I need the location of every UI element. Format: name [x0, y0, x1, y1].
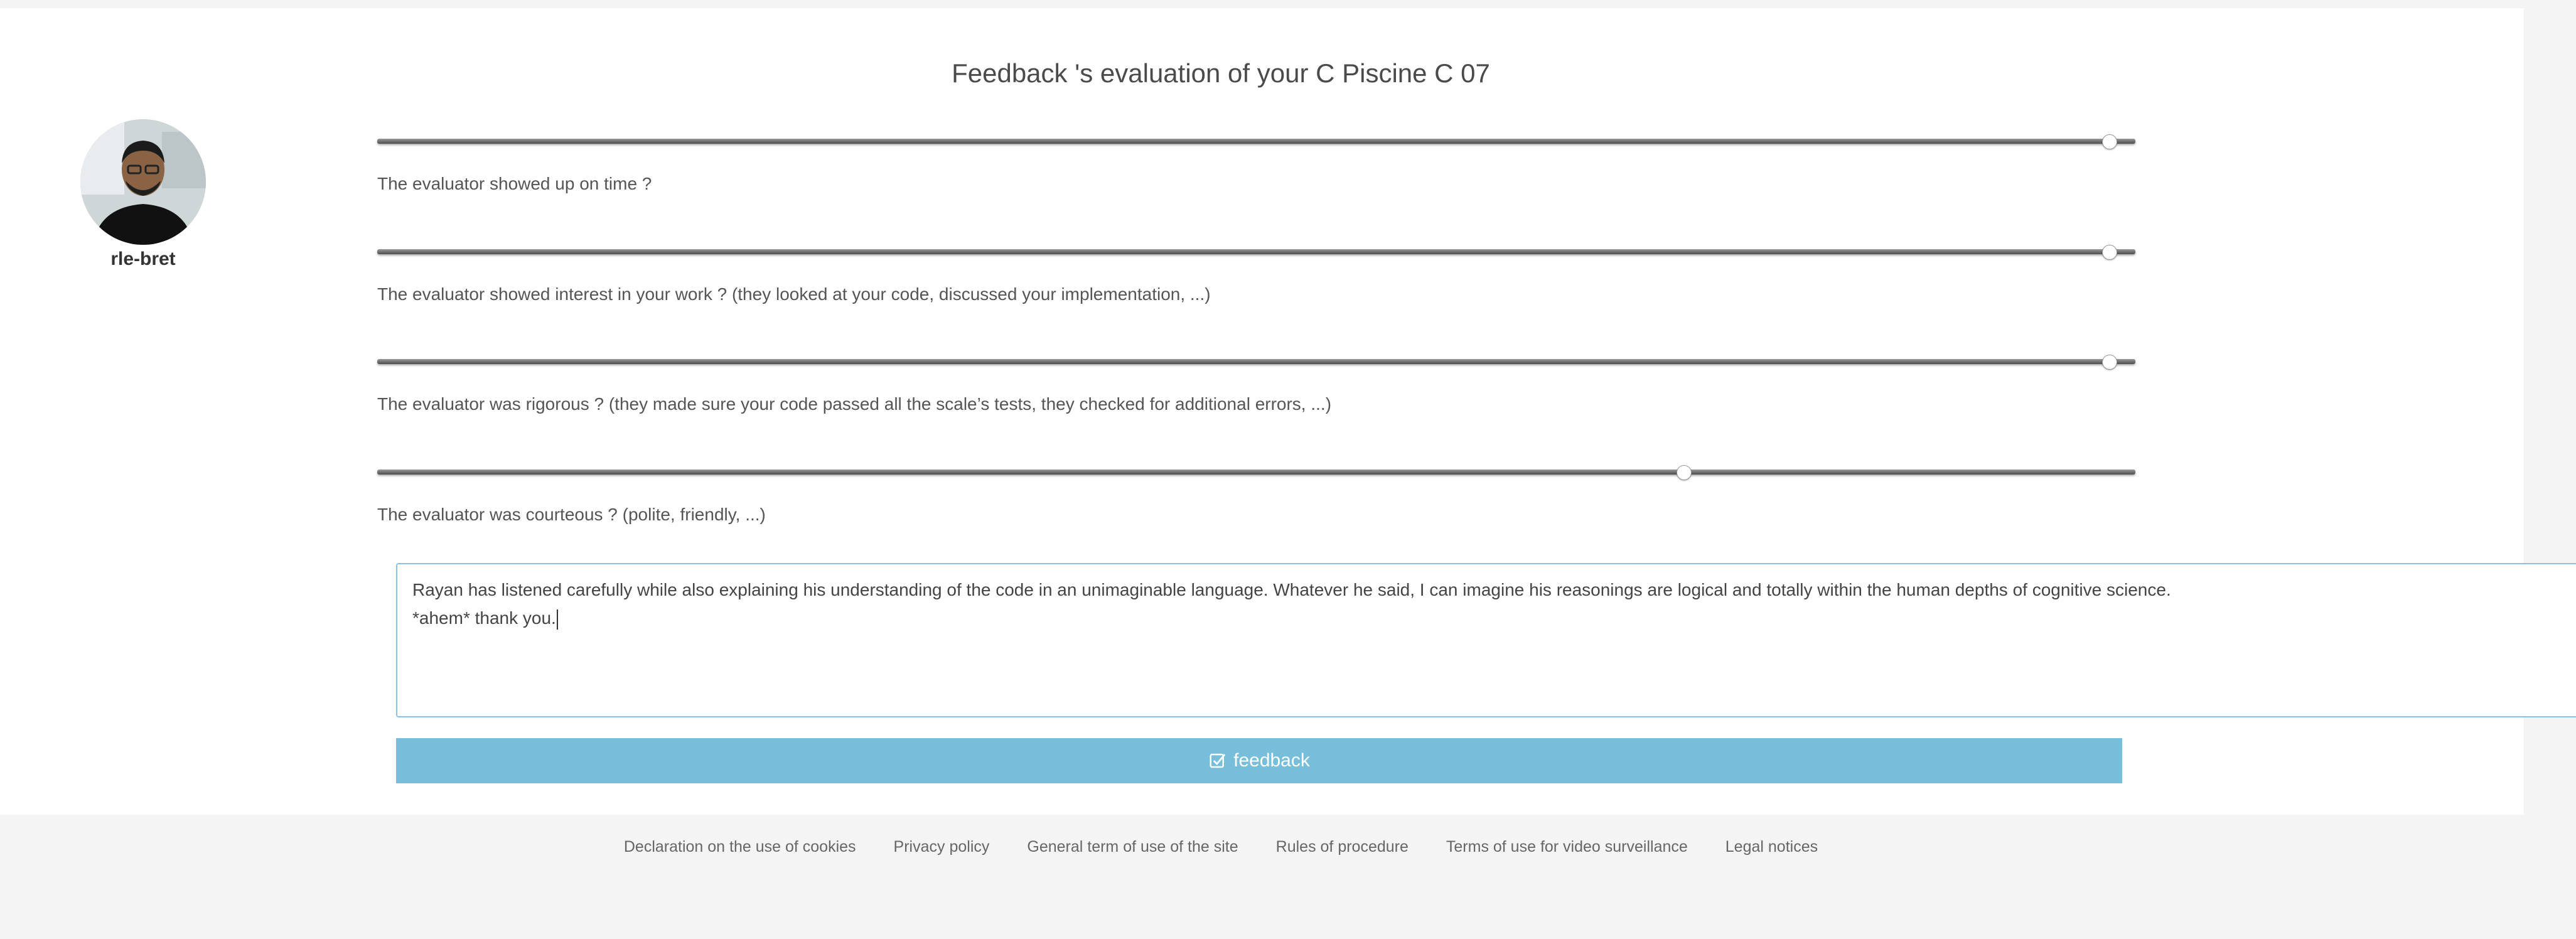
footer-link-terms[interactable]: General term of use of the site [1027, 838, 1238, 856]
comment-text: Rayan has listened carefully while also … [412, 580, 2171, 628]
user-photo-icon [80, 119, 206, 245]
slider-handle[interactable] [1677, 465, 1692, 480]
question-label: The evaluator was rigorous ? (they made … [377, 394, 1332, 414]
page-title: Feedback 's evaluation of your C Piscine… [952, 58, 1490, 88]
question-label: The evaluator showed up on time ? [377, 174, 652, 193]
submit-label: feedback [1233, 750, 1310, 771]
user-login[interactable]: rle-bret [80, 249, 206, 270]
checkbox-icon [1210, 753, 1226, 768]
rating-slider-interest[interactable] [377, 245, 2135, 260]
feedback-comment-textarea[interactable]: Rayan has listened carefully while also … [396, 563, 2576, 717]
slider-handle[interactable] [2101, 245, 2117, 260]
submit-feedback-button[interactable]: feedback [396, 738, 2122, 783]
text-caret [556, 609, 558, 630]
question-label: The evaluator was courteous ? (polite, f… [377, 505, 766, 524]
footer-link-rules[interactable]: Rules of procedure [1276, 838, 1409, 856]
footer-link-privacy[interactable]: Privacy policy [894, 838, 990, 856]
question-label: The evaluator showed interest in your wo… [377, 284, 1211, 304]
rating-slider-courteous[interactable] [377, 465, 2135, 480]
rating-slider-rigorous[interactable] [377, 355, 2135, 370]
footer-links: Declaration on the use of cookies Privac… [0, 838, 2442, 856]
user-profile[interactable]: rle-bret [80, 119, 206, 270]
footer-link-legal-notices[interactable]: Legal notices [1725, 838, 1818, 856]
avatar[interactable] [80, 119, 206, 245]
footer-link-cookies[interactable]: Declaration on the use of cookies [624, 838, 856, 856]
slider-handle[interactable] [2101, 355, 2117, 370]
rating-slider-on-time[interactable] [377, 134, 2135, 149]
footer-link-video-surveillance[interactable]: Terms of use for video surveillance [1446, 838, 1688, 856]
slider-handle[interactable] [2101, 134, 2117, 149]
